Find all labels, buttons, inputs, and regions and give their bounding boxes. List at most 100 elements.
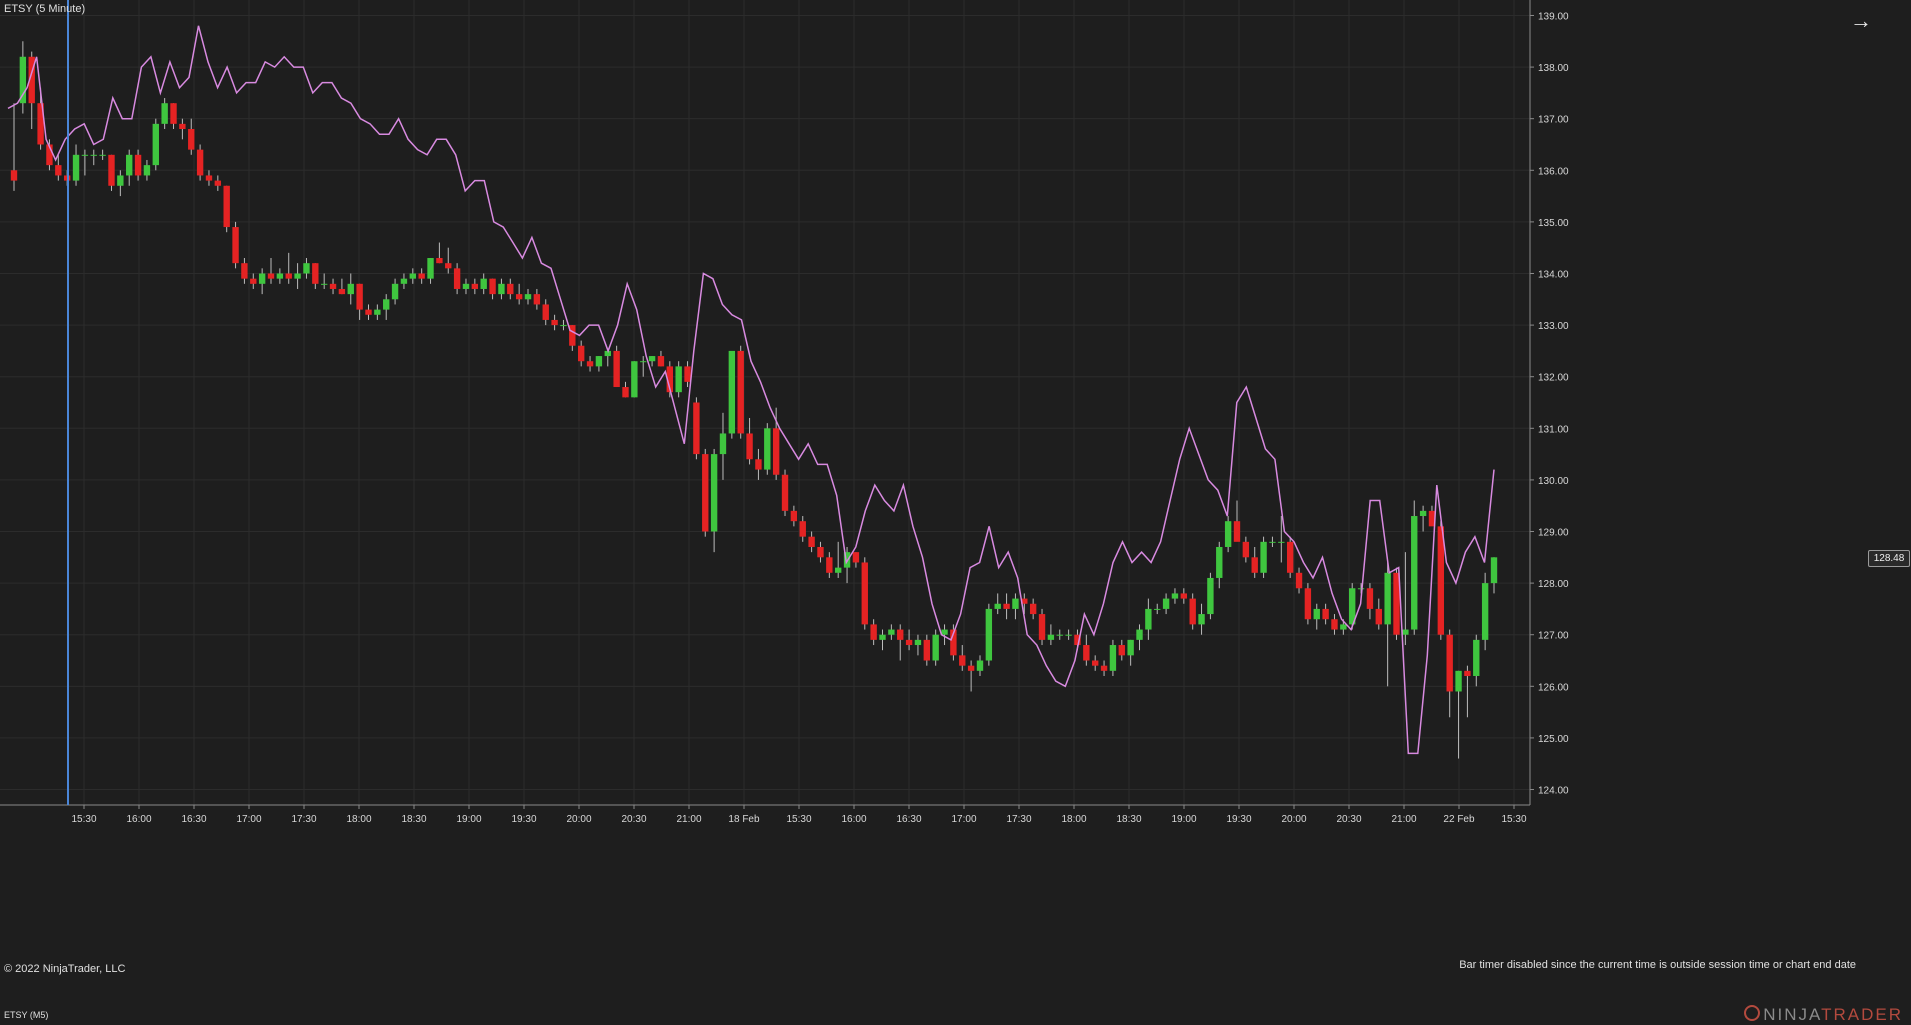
candle-up (888, 629, 895, 635)
x-tick-label: 20:00 (1281, 814, 1306, 825)
last-price-marker: 128.48 (1868, 550, 1910, 568)
candle-up (1278, 541, 1285, 543)
y-tick-label: 130.00 (1538, 476, 1569, 487)
x-tick-label: 17:00 (236, 814, 261, 825)
candle-down (533, 294, 541, 305)
candle-up (1269, 541, 1276, 543)
candle-down (897, 629, 904, 640)
candle-down (1029, 603, 1037, 615)
candle-down (923, 639, 931, 661)
candle-up (595, 356, 603, 367)
price-chart[interactable]: 124.00 125.00 126.00 127.00 128.00 129.00 130.… (0, 0, 1911, 1024)
candle-down (790, 510, 798, 522)
candle-up (1145, 608, 1152, 630)
y-tick-label: 131.00 (1538, 424, 1569, 435)
ninjatrader-logo: NINJATRADER (1744, 1005, 1903, 1025)
candle-down (507, 283, 514, 295)
candle-up (400, 278, 408, 284)
x-tick-label: 19:30 (511, 814, 536, 825)
candle-up (1136, 629, 1143, 640)
x-tick-label: 16:00 (126, 814, 151, 825)
x-tick-label: 21:00 (1391, 814, 1416, 825)
candle-up (1481, 583, 1489, 640)
candle-down (250, 278, 257, 284)
candle-up (1419, 510, 1427, 517)
x-tick-label: 19:30 (1226, 814, 1251, 825)
candle-down (1118, 645, 1125, 656)
candle-up (72, 154, 80, 181)
candle-up (524, 294, 532, 300)
candle-down (1304, 588, 1312, 620)
candle-down (959, 655, 966, 666)
candle-down (905, 639, 913, 646)
candle-down (772, 428, 780, 475)
candle-up (258, 273, 266, 284)
candle-up (1260, 541, 1267, 573)
x-tick-label: 18:30 (1116, 814, 1141, 825)
y-tick-label: 129.00 (1538, 528, 1569, 539)
candle-up (383, 299, 390, 310)
candle-down (861, 562, 868, 625)
candle-up (19, 56, 27, 104)
overlay-series-line (7, 25, 1495, 755)
logo-mark-icon (1744, 1005, 1761, 1021)
candle-down (515, 294, 523, 300)
candle-up (409, 273, 416, 279)
candle-up (427, 258, 434, 279)
x-tick-label: 16:00 (841, 814, 866, 825)
x-tick-label: 18:00 (1061, 814, 1086, 825)
x-tick-label: 20:30 (1336, 814, 1361, 825)
candle-down (1446, 634, 1453, 692)
arrow-right-icon[interactable]: → (1847, 8, 1875, 34)
x-tick-label: 15:30 (786, 814, 811, 825)
y-tick-label: 139.00 (1538, 11, 1569, 22)
candle-down (214, 180, 222, 186)
x-tick-label: 15:30 (1501, 814, 1526, 825)
candle-down (1295, 572, 1303, 589)
candle-down (808, 536, 815, 547)
y-tick-label: 136.00 (1538, 166, 1569, 177)
x-tick-label: 17:30 (291, 814, 316, 825)
candle-up (1340, 624, 1347, 630)
candle-down (622, 387, 629, 398)
candle-down (170, 103, 177, 124)
y-tick-label: 124.00 (1538, 786, 1569, 797)
x-tick-label: 18 Feb (728, 814, 760, 825)
candle-up (976, 660, 984, 671)
candle-down (1003, 603, 1010, 609)
candle-down (241, 263, 248, 279)
candle-down (577, 345, 585, 362)
candle-up (117, 175, 124, 186)
y-tick-label: 138.00 (1538, 63, 1569, 74)
candle-up (1313, 608, 1320, 620)
x-tick-label: 22 Feb (1443, 814, 1475, 825)
candle-up (294, 273, 301, 279)
candle-down (267, 273, 275, 279)
candle-down (1189, 598, 1196, 625)
y-tick-label: 128.00 (1538, 579, 1569, 590)
candle-down (693, 402, 700, 455)
candle-down (232, 227, 239, 264)
x-tick-label: 15:30 (71, 814, 96, 825)
y-tick-label: 125.00 (1538, 734, 1569, 745)
candle-up (126, 154, 133, 176)
candle-down (108, 154, 115, 186)
bar-timer-status: Bar timer disabled since the current tim… (1459, 959, 1856, 971)
candle-down (471, 283, 479, 289)
candle-up (728, 350, 736, 434)
candle-up (1402, 629, 1409, 635)
y-tick-label: 133.00 (1538, 321, 1569, 332)
candle-down (188, 129, 195, 150)
candle-down (1038, 614, 1046, 640)
candle-up (941, 629, 948, 635)
candle-up (480, 278, 487, 289)
candle-up (1207, 577, 1214, 615)
candle-up (90, 154, 97, 156)
x-tick-label: 16:30 (896, 814, 921, 825)
candle-down (356, 283, 363, 310)
candle-down (179, 123, 186, 130)
candle-up (914, 639, 922, 646)
x-tick-label: 20:00 (566, 814, 591, 825)
x-tick-label: 21:00 (676, 814, 701, 825)
candle-up (879, 634, 886, 640)
